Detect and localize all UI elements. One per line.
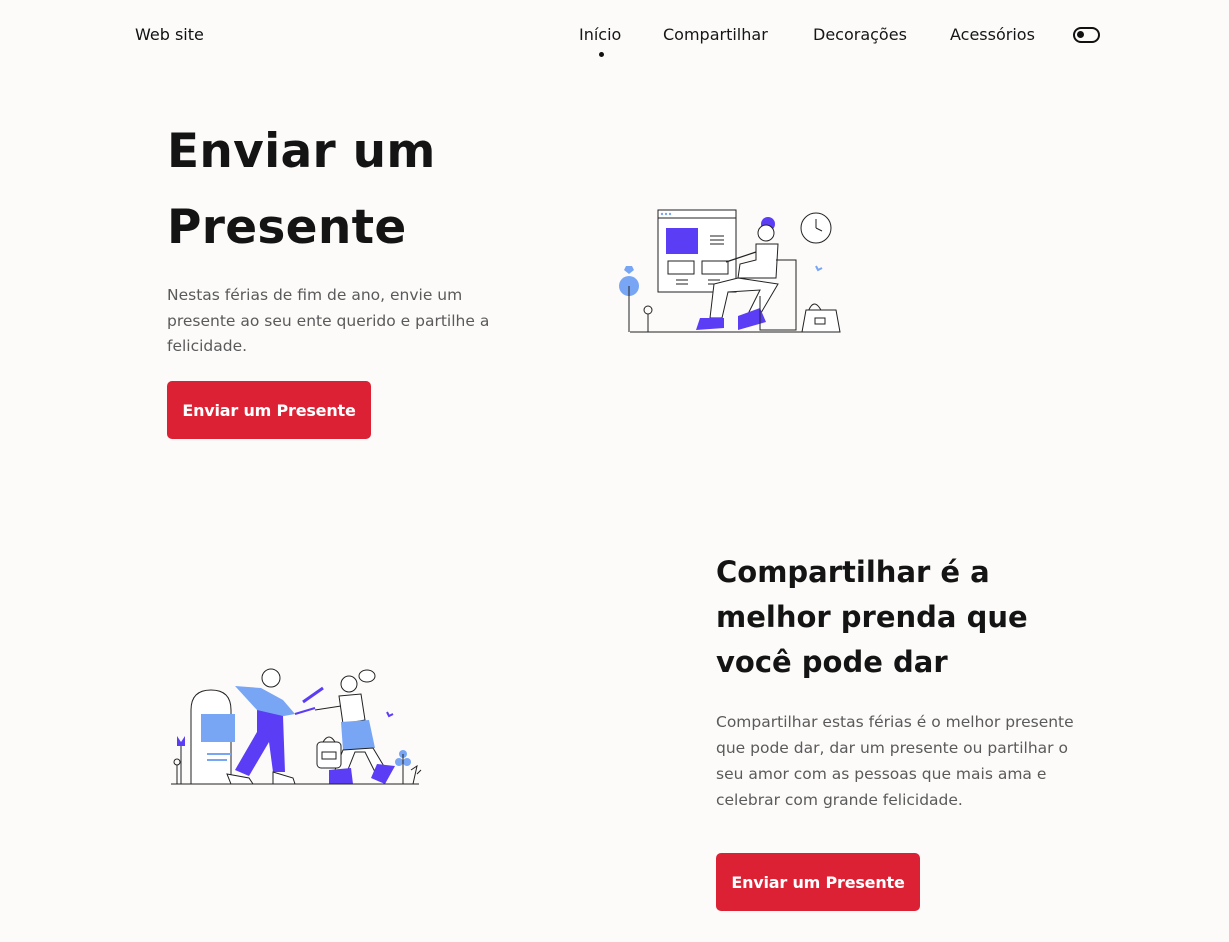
share-title: Compartilhar é a melhor prenda que você … xyxy=(716,555,1028,679)
main-nav: Início Compartilhar Decorações Acessório… xyxy=(0,25,1229,65)
share-description: Compartilhar estas férias é o melhor pre… xyxy=(716,713,1074,809)
hero-description: Nestas férias de fim de ano, envie um pr… xyxy=(167,286,490,355)
active-nav-indicator xyxy=(599,52,604,57)
online-shopping-illustration xyxy=(619,209,841,333)
header: Web site Início Compartilhar Decorações … xyxy=(0,0,1229,70)
send-gift-button-secondary[interactable]: Enviar um Presente xyxy=(716,853,920,911)
nav-item-decoracoes[interactable]: Decorações xyxy=(813,25,907,44)
toggle-knob xyxy=(1077,31,1084,38)
send-gift-button[interactable]: Enviar um Presente xyxy=(167,381,371,439)
hero-title: Enviar um Presente xyxy=(167,124,436,255)
gift-exchange-illustration xyxy=(171,668,422,785)
nav-item-acessorios[interactable]: Acessórios xyxy=(950,25,1035,44)
nav-item-inicio[interactable]: Início xyxy=(579,25,621,44)
nav-item-compartilhar[interactable]: Compartilhar xyxy=(663,25,768,44)
theme-toggle-icon[interactable] xyxy=(1073,27,1100,43)
